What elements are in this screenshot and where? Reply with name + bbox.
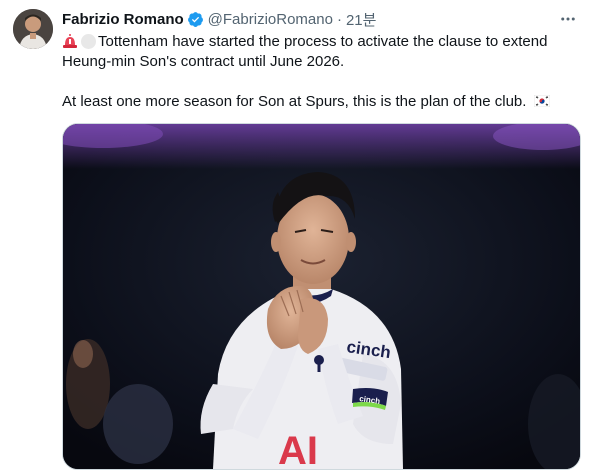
tweet-line-3: At least one more season for Son at Spur… xyxy=(62,92,582,112)
tweet-media-photo[interactable]: cinch cinch AI xyxy=(62,123,581,470)
more-options-button[interactable] xyxy=(558,9,578,29)
white-circle-emoji xyxy=(81,34,96,49)
player-photo: cinch cinch AI xyxy=(63,124,580,469)
tweet-line-1: Tottenham have started the process to ac… xyxy=(62,32,582,52)
avatar-image xyxy=(13,9,53,49)
verified-badge-icon[interactable] xyxy=(187,11,204,28)
siren-emoji xyxy=(63,34,77,48)
more-options-icon xyxy=(561,17,575,21)
author-handle[interactable]: @FabrizioRomano xyxy=(208,11,333,28)
tweet-line-2: Heung-min Son's contract until June 2026… xyxy=(62,53,345,70)
south-korea-flag-emoji xyxy=(533,95,550,107)
author-name[interactable]: Fabrizio Romano xyxy=(62,11,184,28)
author-avatar[interactable] xyxy=(13,9,53,49)
tweet-line-3-text: At least one more season for Son at Spur… xyxy=(62,93,527,110)
separator-dot: · xyxy=(336,10,342,28)
tweet-line-1-text: Tottenham have started the process to ac… xyxy=(98,33,548,50)
shirt-logo-fragment: AI xyxy=(278,429,318,469)
tweet-text: Tottenham have started the process to ac… xyxy=(62,32,582,112)
tweet-header: Fabrizio Romano @FabrizioRomano · 21분 xyxy=(62,9,376,29)
tweet-timestamp[interactable]: 21분 xyxy=(346,9,377,30)
